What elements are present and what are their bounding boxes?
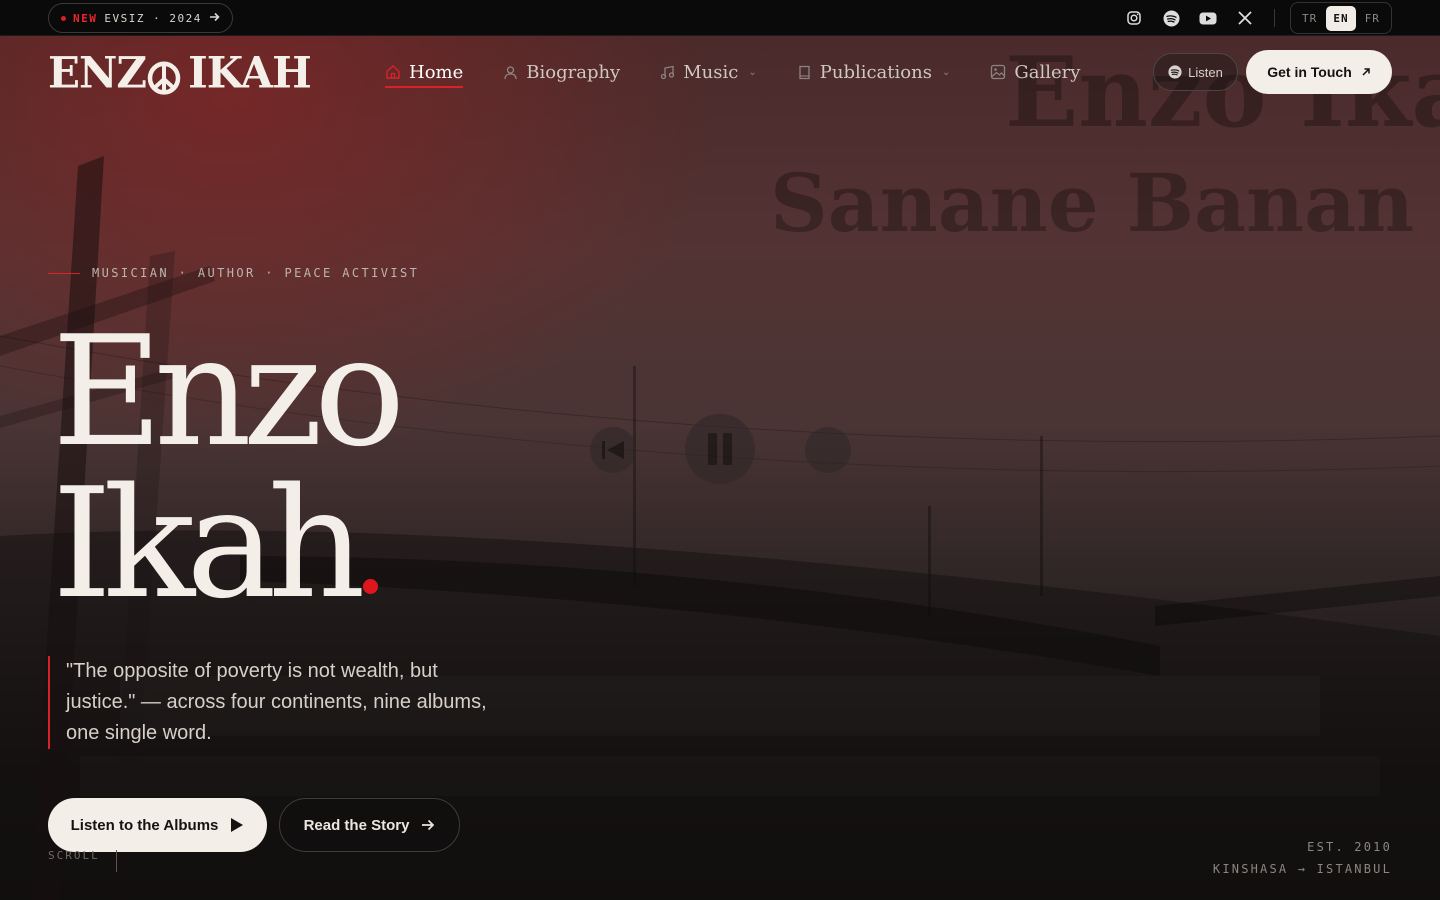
eyebrow-text: MUSICIAN · AUTHOR · PEACE ACTIVIST bbox=[92, 266, 420, 280]
logo-text-right: IKAH bbox=[188, 47, 312, 98]
eyebrow-accent-line bbox=[48, 272, 80, 274]
language-switcher: TR EN FR bbox=[1290, 2, 1392, 34]
listen-button[interactable]: Listen bbox=[1153, 53, 1238, 91]
pause-icon bbox=[708, 433, 732, 465]
spotify-icon[interactable] bbox=[1161, 8, 1181, 28]
previous-track-button[interactable] bbox=[590, 427, 636, 473]
listen-to-albums-button[interactable]: Listen to the Albums bbox=[48, 798, 267, 852]
origin-route: KINSHASA → ISTANBUL bbox=[1212, 862, 1392, 876]
nav-item-music[interactable]: Music ⌄ bbox=[660, 58, 757, 86]
scroll-indicator-label: SCROLL bbox=[48, 849, 100, 862]
hero-title-line-1: Enzo bbox=[52, 303, 405, 480]
topbar-divider bbox=[1274, 9, 1275, 27]
music-note-icon bbox=[661, 65, 675, 79]
hero-title-line-2: Ikah bbox=[52, 455, 366, 632]
nav-item-gallery[interactable]: Gallery bbox=[990, 58, 1080, 86]
user-icon bbox=[504, 65, 517, 79]
instagram-icon[interactable] bbox=[1124, 8, 1144, 28]
live-dot-icon bbox=[61, 15, 66, 21]
arrow-right-icon bbox=[422, 819, 435, 831]
listen-button-label: Listen bbox=[1188, 64, 1223, 80]
hero-title-line-2-wrap: Ikah bbox=[52, 468, 396, 620]
scroll-indicator-line bbox=[116, 850, 117, 872]
announcement-new-label: NEW bbox=[73, 11, 98, 25]
youtube-icon[interactable] bbox=[1198, 8, 1218, 28]
nav-item-publications[interactable]: Publications ⌄ bbox=[797, 58, 951, 86]
image-icon bbox=[991, 64, 1006, 80]
nav-item-biography[interactable]: Biography bbox=[503, 58, 620, 86]
listen-to-albums-label: Listen to the Albums bbox=[70, 816, 219, 834]
nav-item-home[interactable]: Home bbox=[385, 58, 464, 88]
hero-title: Enzo Ikah bbox=[52, 303, 405, 620]
read-the-story-button[interactable]: Read the Story bbox=[279, 798, 460, 852]
home-icon bbox=[386, 65, 400, 79]
logo-text-left: ENZ bbox=[48, 47, 147, 98]
nav-label-publications: Publications bbox=[819, 61, 932, 83]
hero-quote: "The opposite of poverty is not wealth, … bbox=[48, 656, 488, 749]
nav-label-gallery: Gallery bbox=[1014, 61, 1081, 83]
established-info: EST. 2010 KINSHASA → ISTANBUL bbox=[1213, 836, 1392, 880]
book-icon bbox=[799, 65, 810, 79]
nav-label-biography: Biography bbox=[526, 61, 621, 83]
lang-option-fr[interactable]: FR bbox=[1358, 6, 1387, 31]
announcement-pill[interactable]: NEW EVSIZ · 2024 bbox=[48, 3, 233, 33]
accent-dot bbox=[362, 579, 378, 594]
arrow-up-right-icon bbox=[1362, 68, 1370, 76]
x-icon[interactable] bbox=[1235, 8, 1255, 28]
site-logo[interactable]: ENZ IKAH bbox=[48, 47, 312, 98]
hero-eyebrow: MUSICIAN · AUTHOR · PEACE ACTIVIST bbox=[48, 266, 419, 280]
arrow-right-icon bbox=[209, 11, 220, 25]
main-navigation: Home Biography Music ⌄ Publications ⌄ Ga… bbox=[385, 58, 1080, 88]
established-year: EST. 2010 bbox=[1307, 840, 1392, 854]
peace-symbol-icon bbox=[147, 55, 181, 95]
read-the-story-label: Read the Story bbox=[303, 816, 410, 834]
nav-label-home: Home bbox=[409, 61, 464, 83]
lang-option-en[interactable]: EN bbox=[1326, 5, 1356, 31]
spotify-icon bbox=[1168, 65, 1182, 79]
play-icon bbox=[231, 818, 244, 832]
lang-option-tr[interactable]: TR bbox=[1295, 6, 1324, 31]
top-announcement-bar: NEW EVSIZ · 2024 TR EN FR bbox=[0, 0, 1440, 36]
social-links bbox=[1124, 8, 1255, 28]
chevron-down-icon: ⌄ bbox=[748, 66, 757, 78]
chevron-down-icon: ⌄ bbox=[941, 66, 951, 78]
nav-label-music: Music bbox=[683, 61, 739, 83]
get-in-touch-label: Get in Touch bbox=[1267, 64, 1352, 80]
pause-button[interactable] bbox=[685, 414, 755, 484]
get-in-touch-button[interactable]: Get in Touch bbox=[1246, 50, 1392, 94]
announcement-text: EVSIZ · 2024 bbox=[104, 11, 202, 25]
skip-back-icon bbox=[602, 441, 624, 459]
next-track-button[interactable] bbox=[805, 427, 851, 473]
